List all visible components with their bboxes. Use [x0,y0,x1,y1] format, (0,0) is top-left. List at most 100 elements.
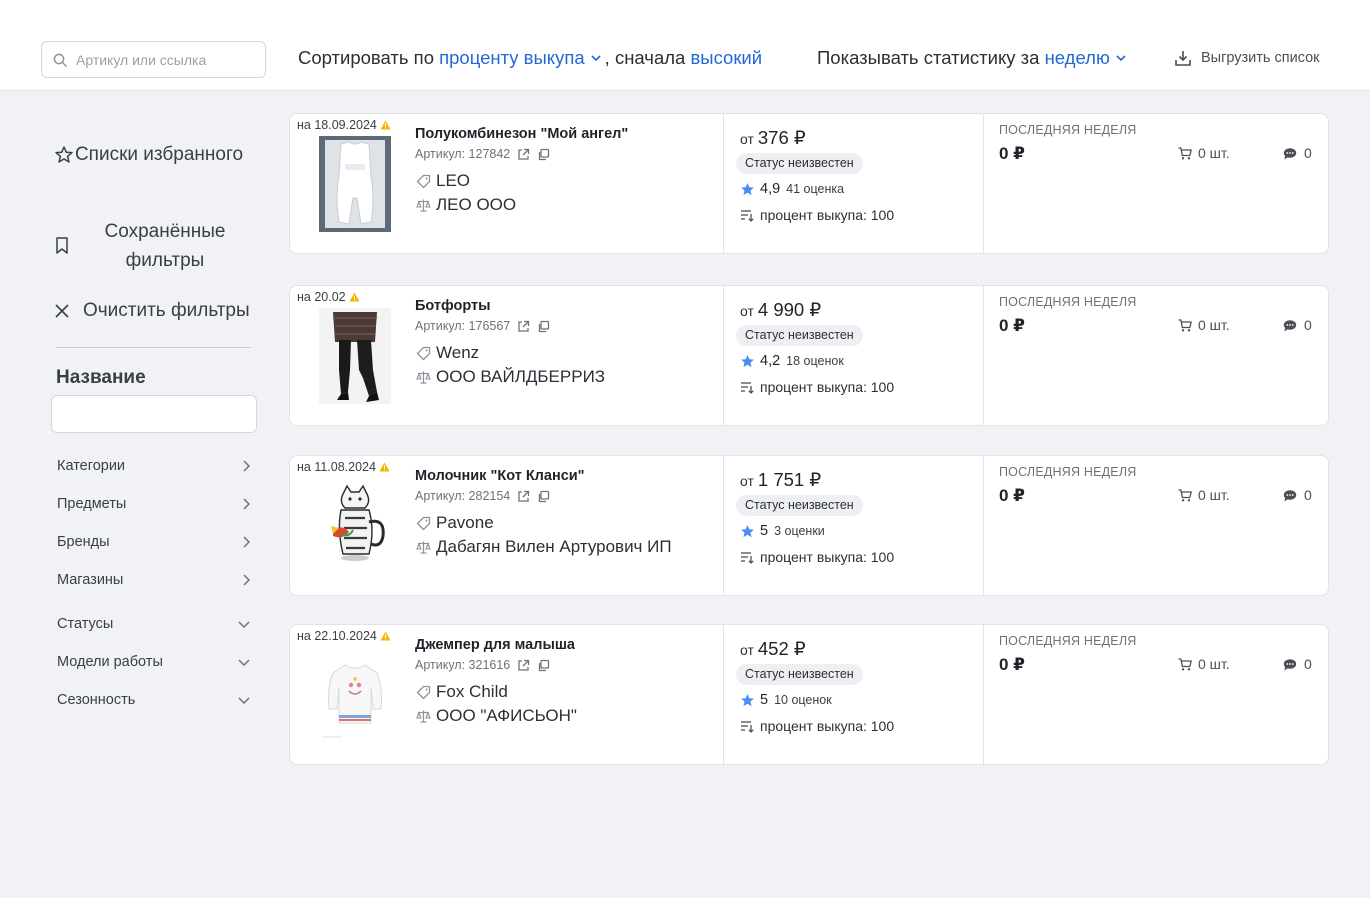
data-date: на 11.08.2024 [297,460,390,474]
buyout-percent: процент выкупа: 100 [740,379,894,395]
product-brand[interactable]: LEO [416,171,470,191]
data-date: на 20.02 [297,290,360,304]
revenue-value: 0 ₽ [999,144,1026,163]
external-link-icon[interactable] [517,148,530,161]
product-brand[interactable]: Fox Child [416,682,508,702]
filter-label: Предметы [57,496,127,512]
rating-value: 5 [760,523,769,539]
chevron-down-icon [238,659,250,666]
star-icon [741,182,754,195]
external-link-icon[interactable] [517,490,530,503]
filter-work-models[interactable]: Модели работы [57,654,250,670]
sort-field-dropdown[interactable]: проценту выкупа [439,47,585,69]
product-brand[interactable]: Pavone [416,513,494,533]
product-brand[interactable]: Wenz [416,343,479,363]
comment-icon [1283,147,1297,159]
saved-filters-link[interactable]: Сохранённые фильтры [54,217,254,275]
product-seller[interactable]: ООО ВАЙЛДБЕРРИЗ [416,367,605,387]
chevron-down-icon [238,697,250,704]
favorites-label: Списки избранного [74,144,244,165]
product-image[interactable] [319,478,391,574]
product-image[interactable] [319,647,391,743]
rating-value: 4,9 [760,181,781,197]
buyout-percent: процент выкупа: 100 [740,207,894,223]
feedbacks-count: 0 [1283,487,1312,503]
product-seller[interactable]: ООО "АФИСЬОН" [416,706,577,726]
external-link-icon[interactable] [517,659,530,672]
stats-period-label: ПОСЛЕДНЯЯ НЕДЕЛЯ [999,295,1137,309]
product-image[interactable] [319,136,391,232]
feedbacks-value: 0 [1304,317,1312,333]
product-price: от 1 751 ₽ [740,469,821,491]
product-rating: 4,2 18 оценок [740,353,844,369]
brand-label: Pavone [436,513,494,532]
product-card[interactable]: на 20.02 Ботфорты Артикул: 176567 Wenz О… [289,285,1329,426]
qty-value: 0 шт. [1198,317,1230,333]
top-bar: Сортировать по проценту выкупа , сначала… [0,0,1370,91]
product-name[interactable]: Ботфорты [415,298,491,314]
favorites-lists-link[interactable]: Списки избранного [54,140,254,169]
sort-order-toggle[interactable]: высокий [690,47,762,69]
export-label: Выгрузить список [1201,50,1320,66]
copy-icon[interactable] [537,148,550,161]
filter-subjects[interactable]: Предметы [57,496,250,512]
qty-value: 0 шт. [1198,656,1230,672]
product-rating: 5 3 оценки [740,523,825,539]
qty-value: 0 шт. [1198,487,1230,503]
status-badge: Статус неизвестен [736,153,863,174]
product-seller[interactable]: ЛЕО ООО [416,195,516,215]
sort-list-icon [741,209,754,222]
feedbacks-count: 0 [1283,145,1312,161]
filter-shops[interactable]: Магазины [57,572,250,588]
rating-value: 5 [760,692,769,708]
buyout-label: процент выкупа: 100 [760,207,895,223]
product-card[interactable]: на 11.08.2024 Молочник "Кот Кланси" Арти… [289,455,1329,596]
warning-icon [380,631,391,641]
clear-filters-button[interactable]: Очистить фильтры [54,296,250,325]
filter-statuses[interactable]: Статусы [57,616,250,632]
product-card[interactable]: на 18.09.2024 Полукомбинезон "Мой ангел"… [289,113,1329,254]
rating-value: 4,2 [760,353,781,369]
external-link-icon[interactable] [517,320,530,333]
price-value: 376 ₽ [757,127,806,148]
product-image[interactable] [319,308,391,404]
qty-value: 0 шт. [1198,145,1230,161]
price-value: 1 751 ₽ [757,469,822,490]
brand-label: Fox Child [436,682,508,701]
product-name[interactable]: Молочник "Кот Кланси" [415,468,585,484]
stats-period-label: ПОСЛЕДНЯЯ НЕДЕЛЯ [999,465,1137,479]
product-price: от 452 ₽ [740,638,806,660]
product-card[interactable]: на 22.10.2024 Джемпер для малыша Артикул… [289,624,1329,765]
seller-label: ООО ВАЙЛДБЕРРИЗ [436,367,606,386]
product-name[interactable]: Джемпер для малыша [415,637,575,653]
filter-brands[interactable]: Бренды [57,534,250,550]
filter-categories[interactable]: Категории [57,458,250,474]
product-seller[interactable]: Дабагян Вилен Артурович ИП [416,537,672,557]
scales-icon [416,199,431,212]
product-name[interactable]: Полукомбинезон "Мой ангел" [415,126,628,142]
rating-count: 41 оценка [786,182,845,196]
chevron-down-icon[interactable] [591,54,601,62]
buyout-label: процент выкупа: 100 [760,718,895,734]
copy-icon[interactable] [537,659,550,672]
search-input[interactable] [76,51,246,68]
revenue-value: 0 ₽ [999,316,1026,335]
status-badge: Статус неизвестен [736,325,863,346]
feedbacks-count: 0 [1283,317,1312,333]
export-list-button[interactable]: Выгрузить список [1174,49,1320,67]
buyout-label: процент выкупа: 100 [760,549,895,565]
stats-period-dropdown[interactable]: неделю [1045,47,1110,69]
filter-seasonality[interactable]: Сезонность [57,692,250,708]
scales-icon [416,541,431,554]
product-price: от 4 990 ₽ [740,299,821,321]
copy-icon[interactable] [537,490,550,503]
copy-icon[interactable] [537,320,550,333]
article-label: Артикул: 321616 [415,658,511,672]
chevron-right-icon [243,536,250,548]
cart-icon [1178,657,1192,670]
chevron-down-icon[interactable] [1116,54,1126,62]
search-box[interactable] [41,41,266,78]
card-divider [983,114,984,253]
warning-icon [379,462,390,472]
name-filter-input[interactable] [51,395,257,433]
